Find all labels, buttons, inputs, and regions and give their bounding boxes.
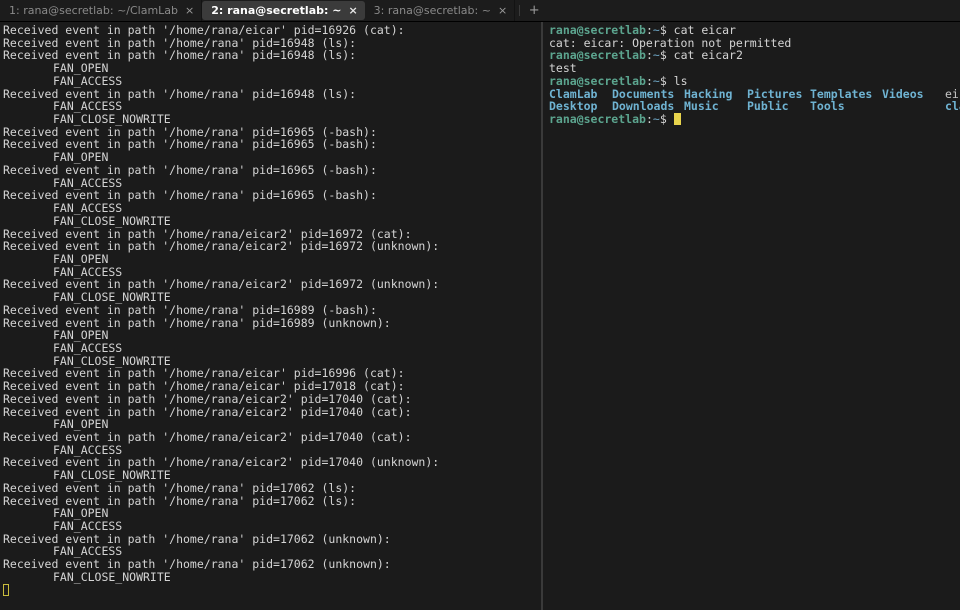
shell-prompt-line: rana@secretlab:~$ cat eicar <box>549 24 960 37</box>
fan-event-flag-line: FAN_OPEN <box>53 61 109 76</box>
fan-event-line: Received event in path '/home/rana' pid=… <box>3 557 391 572</box>
prompt-user-host: rana@secretlab <box>549 112 646 127</box>
prompt-cwd: ~ <box>652 48 660 63</box>
prompt-colon: : <box>645 73 653 88</box>
prompt-user-host: rana@secretlab <box>549 73 646 88</box>
tab-2[interactable]: 2: rana@secretlab: ~ × <box>202 0 365 21</box>
shell-session-output: rana@secretlab:~$ cat eicar cat: eicar: O… <box>549 24 960 126</box>
prompt-cwd: ~ <box>652 23 660 37</box>
fan-event-line: Received event in path '/home/rana/eicar… <box>3 391 412 406</box>
fan-event-flag-line: FAN_OPEN <box>53 150 109 165</box>
fan-event-flag-line: FAN_CLOSE_NOWRITE <box>53 213 171 228</box>
cursor-unfocused <box>3 583 9 596</box>
fan-event-flag-line: FAN_ACCESS <box>53 73 123 88</box>
close-icon[interactable]: × <box>346 0 357 21</box>
tab-3-label: 3: rana@secretlab: ~ <box>373 4 491 17</box>
fan-event-line: Received event in path '/home/rana/eicar… <box>3 379 405 394</box>
terminal-pane-right[interactable]: rana@secretlab:~$ cat eicar cat: eicar: O… <box>543 22 960 610</box>
prompt-user-host: rana@secretlab <box>549 23 646 37</box>
shell-active-prompt-line[interactable]: rana@secretlab:~$ <box>549 113 960 126</box>
fan-event-line: Received event in path '/home/rana/eicar… <box>3 430 412 444</box>
terminal-split-view: Received event in path '/home/rana/eicar… <box>0 22 960 610</box>
close-icon[interactable]: × <box>496 0 507 21</box>
fan-event-flag-line: FAN_CLOSE_NOWRITE <box>53 569 171 584</box>
shell-command: ls <box>673 73 688 88</box>
prompt-colon: : <box>645 48 653 63</box>
tab-bar-empty-area <box>544 0 960 21</box>
fan-event-flag-line: FAN_ACCESS <box>53 340 123 355</box>
tab-1[interactable]: 1: rana@secretlab: ~/ClamLab × <box>0 0 203 21</box>
fanotify-log-output: Received event in path '/home/rana/eicar… <box>3 24 541 584</box>
prompt-colon: : <box>645 112 653 127</box>
tab-1-label: 1: rana@secretlab: ~/ClamLab <box>9 4 179 17</box>
ls-directory-entry: clamav <box>945 99 960 114</box>
shell-command: cat eicar2 <box>673 48 743 63</box>
prompt-dollar: $ <box>659 23 674 37</box>
prompt-colon: : <box>645 23 653 37</box>
shell-command: cat eicar <box>673 23 736 37</box>
ls-directory-entry: Music <box>684 99 719 114</box>
tab-2-label: 2: rana@secretlab: ~ <box>211 4 342 17</box>
shell-prompt-line: rana@secretlab:~$ ls <box>549 75 960 88</box>
fan-event-line: Received event in path '/home/rana' pid=… <box>3 302 377 317</box>
ls-directory-entry: Videos <box>882 86 924 101</box>
prompt-dollar: $ <box>659 73 674 88</box>
prompt-cwd: ~ <box>652 73 660 88</box>
new-tab-button[interactable]: + <box>524 0 544 21</box>
prompt-dollar: $ <box>659 112 674 127</box>
shell-prompt-line: rana@secretlab:~$ cat eicar2 <box>549 49 960 62</box>
ls-directory-entry: Public <box>747 99 789 114</box>
fan-event-flag-line: FAN_ACCESS <box>53 519 123 534</box>
fan-event-flag-line: FAN_CLOSE_NOWRITE <box>53 112 171 127</box>
fan-event-flag-line: FAN_OPEN <box>53 251 109 266</box>
fan-event-flag-line: FAN_CLOSE_NOWRITE <box>53 290 171 305</box>
tab-3[interactable]: 3: rana@secretlab: ~ × <box>364 0 516 21</box>
fan-event-flag-line: FAN_ACCESS <box>53 201 123 216</box>
tab-bar: 1: rana@secretlab: ~/ClamLab × 2: rana@s… <box>0 0 960 22</box>
terminal-pane-left[interactable]: Received event in path '/home/rana/eicar… <box>0 22 541 610</box>
prompt-cwd: ~ <box>652 112 660 127</box>
cursor-focused <box>673 113 681 126</box>
left-pane-cursor-line <box>3 583 541 597</box>
fan-event-line: Received event in path '/home/rana/eicar… <box>3 23 405 37</box>
ls-file-entry <box>882 100 945 113</box>
prompt-dollar: $ <box>659 48 674 63</box>
fan-event-line: Received event in path '/home/rana' pid=… <box>3 480 357 495</box>
fan-event-flag-line: FAN_CLOSE_NOWRITE <box>53 468 171 483</box>
fan-event-line: Received event in path '/home/rana' pid=… <box>3 162 377 177</box>
ls-output-grid: ClamLab Documents Hacking Pictures Templates… <box>549 86 960 114</box>
close-icon[interactable]: × <box>183 0 194 21</box>
tab-separator <box>519 5 521 16</box>
ls-directory-entry: Tools <box>810 99 845 114</box>
